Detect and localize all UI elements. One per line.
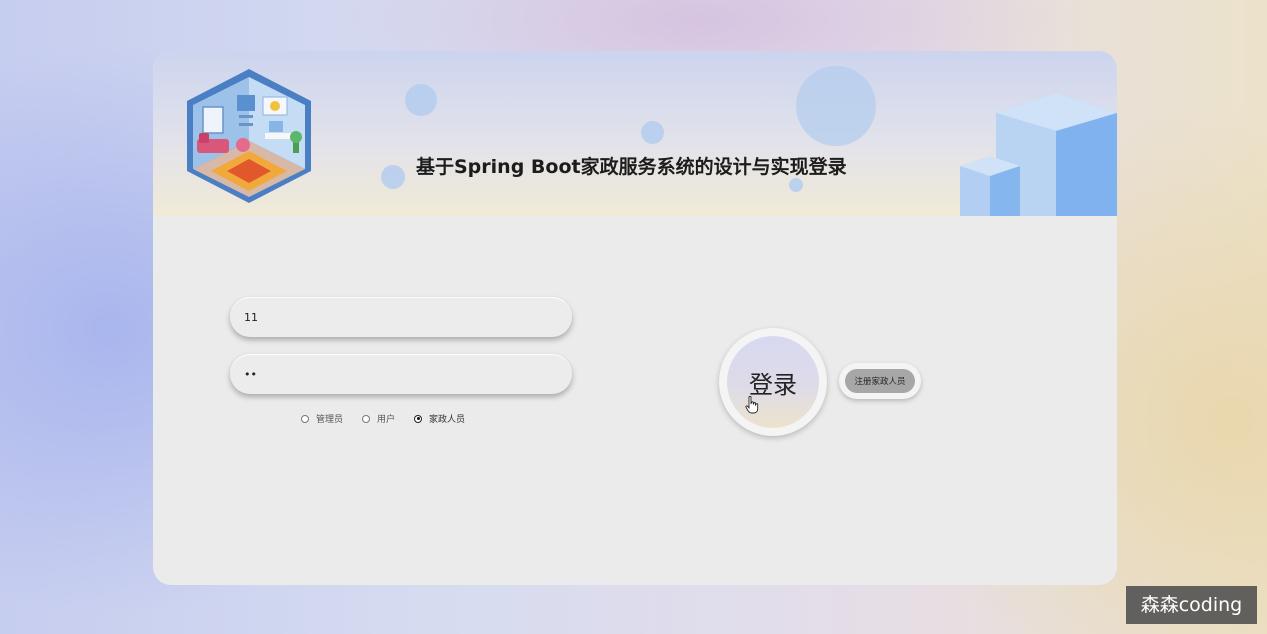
decorative-bubble: [641, 121, 664, 144]
radio-button[interactable]: [362, 414, 371, 423]
login-button[interactable]: 登录: [727, 336, 819, 428]
register-button-ring: 注册家政人员: [839, 363, 921, 399]
login-label: 登录: [749, 370, 797, 399]
decorative-bubble: [789, 178, 803, 192]
role-option-user[interactable]: 用户: [362, 412, 395, 425]
decorative-bubble: [796, 66, 876, 146]
username-input[interactable]: [230, 297, 572, 337]
register-housekeeper-button[interactable]: 注册家政人员: [845, 369, 915, 393]
page-title: 基于Spring Boot家政服务系统的设计与实现登录: [416, 156, 847, 178]
radio-button[interactable]: [301, 414, 309, 423]
decorative-cube-icon: [960, 156, 1020, 216]
role-option-housekeeper[interactable]: 家政人员: [414, 412, 465, 425]
register-label: 注册家政人员: [854, 377, 906, 387]
password-input[interactable]: [230, 354, 572, 394]
header-banner: 基于Spring Boot家政服务系统的设计与实现登录: [153, 51, 1117, 216]
radio-button-checked[interactable]: [414, 414, 423, 423]
role-label: 管理员: [316, 415, 344, 425]
role-label: 用户: [377, 415, 396, 425]
decorative-bubble: [405, 84, 437, 116]
role-option-admin[interactable]: 管理员: [301, 412, 343, 425]
room-illustration-icon: [187, 69, 311, 203]
decorative-bubble: [381, 165, 405, 189]
watermark: 森森coding: [1126, 586, 1257, 624]
role-label: 家政人员: [429, 415, 466, 425]
role-radio-group: 管理员 用户 家政人员: [301, 412, 484, 425]
login-button-ring: 登录: [719, 328, 827, 436]
pointer-hand-cursor-icon: [745, 396, 759, 414]
login-card: 基于Spring Boot家政服务系统的设计与实现登录 管理员 用户 家政人员: [153, 51, 1117, 585]
